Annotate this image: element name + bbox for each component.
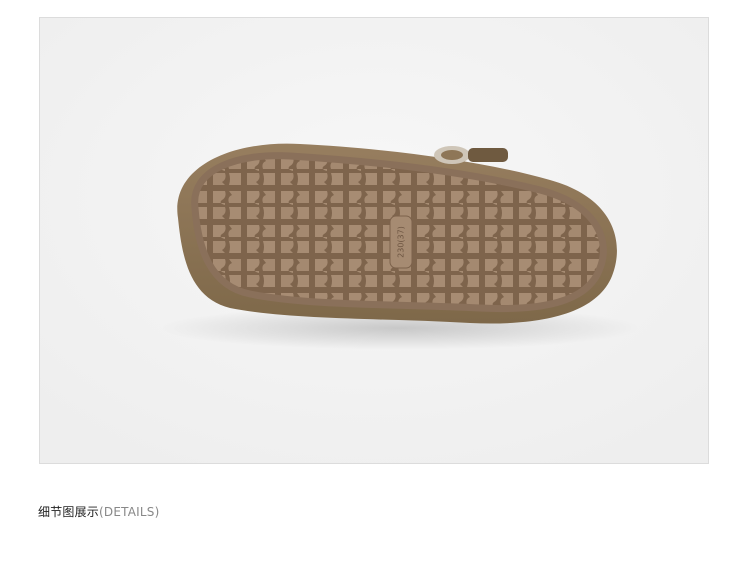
size-marking: 230(37) [389, 215, 413, 269]
product-detail-photo: 230(37) [39, 17, 709, 464]
section-caption: 细节图展示(DETAILS) [38, 503, 159, 520]
caption-title: 细节图展示 [38, 505, 100, 519]
shoe-sole-illustration: 230(37) [40, 18, 708, 463]
caption-subtitle: (DETAILS) [99, 505, 160, 519]
size-marking-text: 230(37) [397, 226, 406, 258]
strap-buckle [434, 146, 508, 164]
